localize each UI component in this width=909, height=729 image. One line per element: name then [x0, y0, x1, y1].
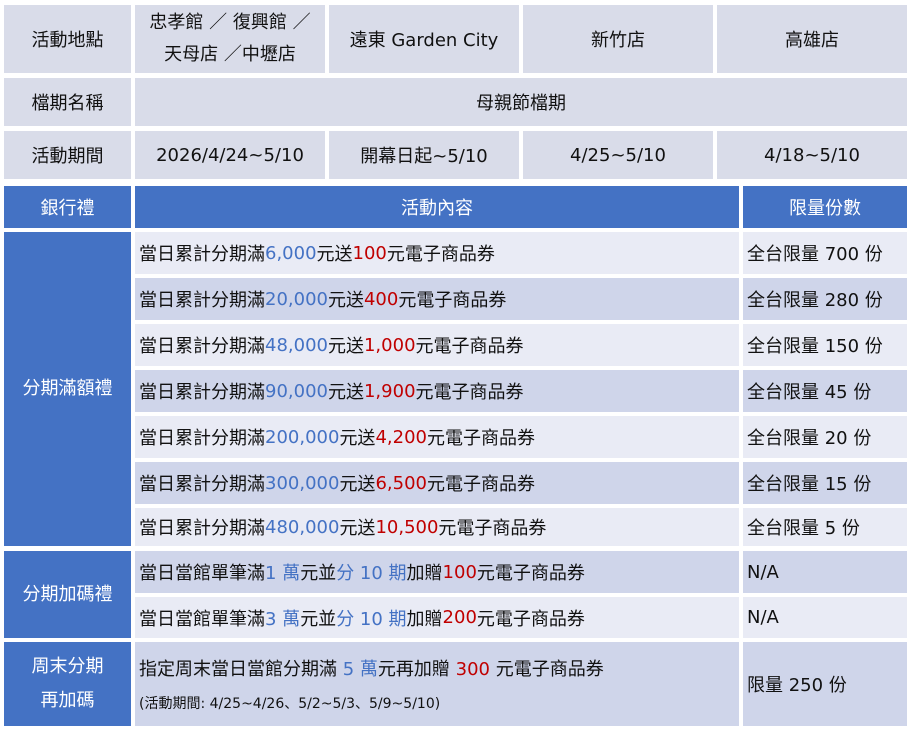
- amount: 48,000: [265, 334, 328, 356]
- row-prefix: 當日累計分期滿: [139, 244, 265, 265]
- row-mid: 元送: [339, 518, 376, 539]
- row-mid: 元送: [327, 290, 364, 311]
- voucher-value: 400: [363, 288, 399, 310]
- row-prefix: 當日當館單筆滿: [139, 563, 265, 584]
- amount: 300,000: [265, 472, 340, 494]
- location-hsinchu: 新竹店: [523, 5, 713, 73]
- amount: 200,000: [265, 426, 340, 448]
- row-mid: 元再加贈: [377, 659, 456, 680]
- row-suffix: 元電子商品券: [438, 518, 547, 539]
- weekend-row-content: 指定周末當日當館分期滿 5 萬元再加贈 300 元電子商品券 (活動期間: 4/…: [135, 642, 739, 726]
- table-row-limit: 全台限量 5 份: [743, 508, 907, 546]
- table-row-content: 當日累計分期滿 300,000 元送 6,500 元電子商品券: [135, 462, 739, 504]
- row-mid: 元送: [339, 474, 376, 495]
- weekend-label-line-2: 再加碼: [40, 690, 95, 711]
- table-row-content: 當日累計分期滿 90,000 元送 1,900 元電子商品券: [135, 370, 739, 412]
- group-installment-bonus: 分期加碼禮: [4, 551, 131, 638]
- row-prefix: 當日累計分期滿: [139, 428, 265, 449]
- weekend-dates-note: (活動期間: 4/25~4/26、5/2~5/3、5/9~5/10): [139, 696, 441, 712]
- col-activity-content: 活動內容: [135, 186, 739, 228]
- amount: 5 萬: [342, 659, 378, 680]
- bonus-row-content: 當日當館單筆滿 3 萬元並分 10 期加贈 200 元電子商品券: [135, 597, 739, 638]
- row-prefix: 當日累計分期滿: [139, 518, 265, 539]
- installments: 分 10 期: [336, 608, 407, 630]
- period-garden-city: 開幕日起~5/10: [329, 131, 519, 179]
- table-row-limit: 全台限量 150 份: [743, 324, 907, 366]
- weekend-label-line-1: 周末分期: [31, 656, 104, 677]
- table-row-content: 當日累計分期滿 20,000 元送 400 元電子商品券: [135, 278, 739, 320]
- row-gift: 加贈: [406, 563, 443, 584]
- weekend-main-line: 指定周末當日當館分期滿 5 萬元再加贈 300 元電子商品券: [139, 655, 604, 681]
- location-garden-city: 遠東 Garden City: [329, 5, 519, 73]
- table-row-content: 當日累計分期滿 6,000 元送 100 元電子商品券: [135, 232, 739, 274]
- period-kaohsiung: 4/18~5/10: [717, 131, 907, 179]
- voucher-value: 100: [352, 242, 387, 264]
- row-suffix: 元電子商品券: [398, 290, 507, 311]
- period-name: 母親節檔期: [135, 78, 907, 126]
- row-mid: 元並: [300, 608, 337, 630]
- amount: 480,000: [265, 516, 340, 538]
- voucher-value: 6,500: [375, 472, 427, 494]
- row-mid: 元送: [327, 382, 364, 403]
- group-installment-threshold: 分期滿額禮: [4, 232, 131, 546]
- amount: 90,000: [265, 380, 328, 402]
- row-mid: 元送: [316, 244, 353, 265]
- installments: 分 10 期: [336, 563, 407, 584]
- amount: 1 萬: [265, 563, 301, 584]
- voucher-value: 1,900: [363, 380, 416, 402]
- table-row-limit: 全台限量 15 份: [743, 462, 907, 504]
- bonus-row-limit: N/A: [743, 597, 907, 638]
- location-kaohsiung: 高雄店: [717, 5, 907, 73]
- location-label: 活動地點: [4, 5, 131, 73]
- table-row-content: 當日累計分期滿 480,000 元送 10,500 元電子商品券: [135, 508, 739, 546]
- row-suffix: 元電子商品券: [426, 474, 535, 495]
- row-prefix: 當日累計分期滿: [139, 382, 265, 403]
- voucher-value: 4,200: [375, 426, 427, 448]
- row-suffix: 元電子商品券: [476, 608, 585, 630]
- row-gift: 加贈: [406, 608, 443, 630]
- period-hsinchu: 4/25~5/10: [523, 131, 713, 179]
- group-weekend-bonus: 周末分期 再加碼: [4, 642, 131, 726]
- row-suffix: 元電子商品券: [426, 428, 535, 449]
- row-suffix: 元電子商品券: [415, 382, 524, 403]
- bonus-row-limit: N/A: [743, 551, 907, 593]
- row-suffix: 元電子商品券: [415, 336, 524, 357]
- row-prefix: 指定周末當日當館分期滿: [139, 659, 343, 680]
- table-row-content: 當日累計分期滿 48,000 元送 1,000 元電子商品券: [135, 324, 739, 366]
- amount: 20,000: [265, 288, 328, 310]
- amount: 3 萬: [265, 608, 301, 630]
- row-suffix: 元電子商品券: [476, 563, 585, 584]
- table-row-limit: 全台限量 20 份: [743, 416, 907, 458]
- location-zhongxiao-fuxing-tianmu-zhongli: 忠孝館 ／ 復興館 ／ 天母店 ／中壢店: [135, 5, 325, 73]
- table-row-content: 當日累計分期滿 200,000 元送 4,200 元電子商品券: [135, 416, 739, 458]
- row-mid: 元送: [339, 428, 376, 449]
- row-suffix: 元電子商品券: [386, 244, 495, 265]
- table-row-limit: 全台限量 700 份: [743, 232, 907, 274]
- row-mid: 元並: [300, 563, 337, 584]
- period-label: 活動期間: [4, 131, 131, 179]
- location-line-2: 天母店 ／中壢店: [164, 44, 296, 65]
- voucher-value: 100: [442, 561, 477, 583]
- row-prefix: 當日累計分期滿: [139, 474, 265, 495]
- table-row-limit: 全台限量 280 份: [743, 278, 907, 320]
- amount: 6,000: [265, 242, 317, 264]
- bonus-row-content: 當日當館單筆滿 1 萬元並分 10 期加贈 100 元電子商品券: [135, 551, 739, 593]
- row-prefix: 當日累計分期滿: [139, 290, 265, 311]
- period-zhongxiao: 2026/4/24~5/10: [135, 131, 325, 179]
- row-mid: 元送: [327, 336, 364, 357]
- voucher-value: 1,000: [363, 334, 416, 356]
- voucher-value: 200: [442, 607, 477, 628]
- row-prefix: 當日當館單筆滿: [139, 608, 265, 630]
- row-suffix: 元電子商品券: [490, 659, 604, 680]
- location-line-1: 忠孝館 ／ 復興館 ／: [149, 12, 311, 33]
- voucher-value: 300: [455, 659, 491, 680]
- col-quantity-limit: 限量份數: [743, 186, 907, 228]
- voucher-value: 10,500: [375, 516, 439, 538]
- row-prefix: 當日累計分期滿: [139, 336, 265, 357]
- table-row-limit: 全台限量 45 份: [743, 370, 907, 412]
- weekend-row-limit: 限量 250 份: [743, 642, 907, 726]
- col-bank-gift: 銀行禮: [4, 186, 131, 228]
- period-name-label: 檔期名稱: [4, 78, 131, 126]
